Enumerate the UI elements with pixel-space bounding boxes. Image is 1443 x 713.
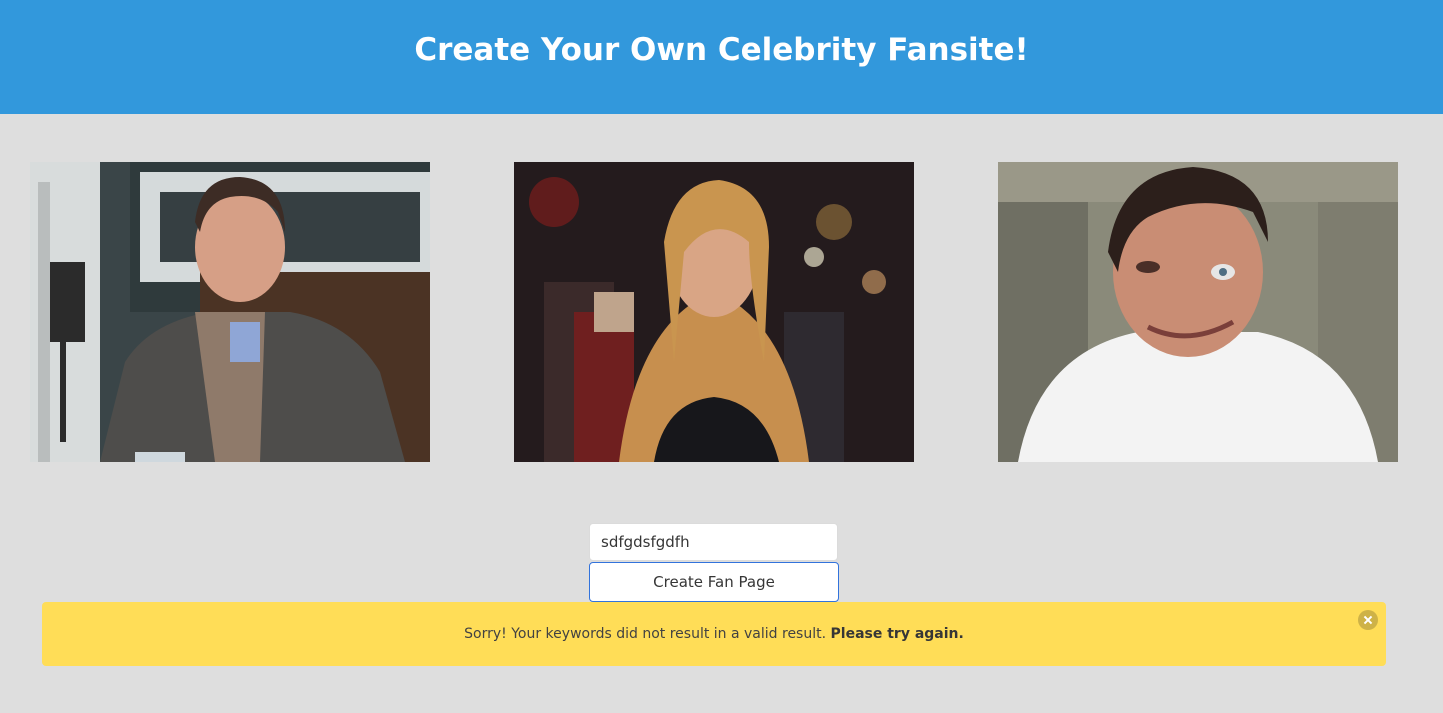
celebrity-photo-2 — [514, 162, 914, 462]
warning-notification: Sorry! Your keywords did not result in a… — [42, 602, 1386, 666]
close-icon[interactable] — [1358, 610, 1378, 630]
notification-text: Sorry! Your keywords did not result in a… — [464, 626, 964, 642]
create-fan-page-button[interactable]: Create Fan Page — [589, 562, 839, 602]
notification-emphasis: Please try again. — [830, 626, 964, 642]
keyword-input[interactable] — [589, 523, 838, 561]
page-header: Create Your Own Celebrity Fansite! — [0, 0, 1443, 114]
celebrity-photo-1 — [30, 162, 430, 462]
notification-message: Sorry! Your keywords did not result in a… — [464, 626, 831, 642]
celebrity-photo-3 — [998, 162, 1398, 462]
page-title: Create Your Own Celebrity Fansite! — [414, 32, 1029, 68]
